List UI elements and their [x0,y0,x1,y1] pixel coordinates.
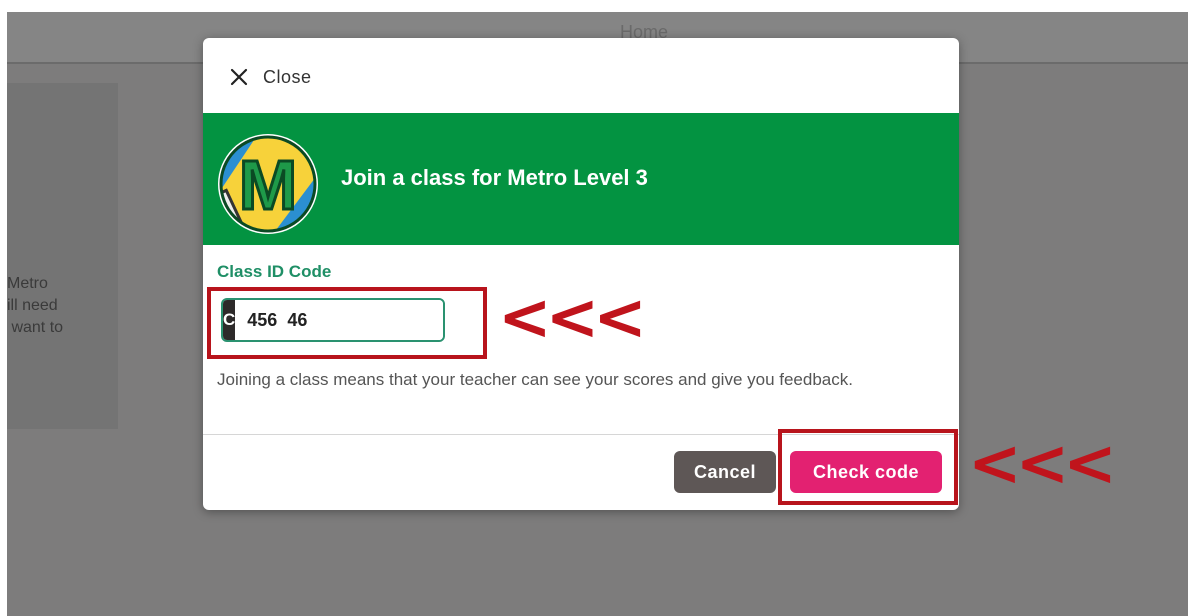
close-icon [230,68,248,86]
dialog-title: Join a class for Metro Level 3 [341,165,648,190]
dialog-banner: M Join a class for Metro Level 3 [203,113,959,245]
background-card: Metro ill need want to [7,83,118,429]
input-highlight-box [207,287,487,359]
input-pointer-arrows: <<< [498,281,647,355]
button-pointer-arrows: <<< [968,427,1117,501]
cancel-button[interactable]: Cancel [674,451,776,493]
metro-logo: M [218,134,318,234]
logo-letter: M [239,146,297,224]
class-id-label: Class ID Code [217,262,332,281]
help-text: Joining a class means that your teacher … [217,370,853,389]
background-card-text: Metro ill need want to [7,275,64,336]
metro-logo-icon: M [219,135,317,233]
close-label: Close [263,66,312,87]
button-highlight-box [778,429,958,505]
close-button[interactable]: Close [229,64,312,90]
